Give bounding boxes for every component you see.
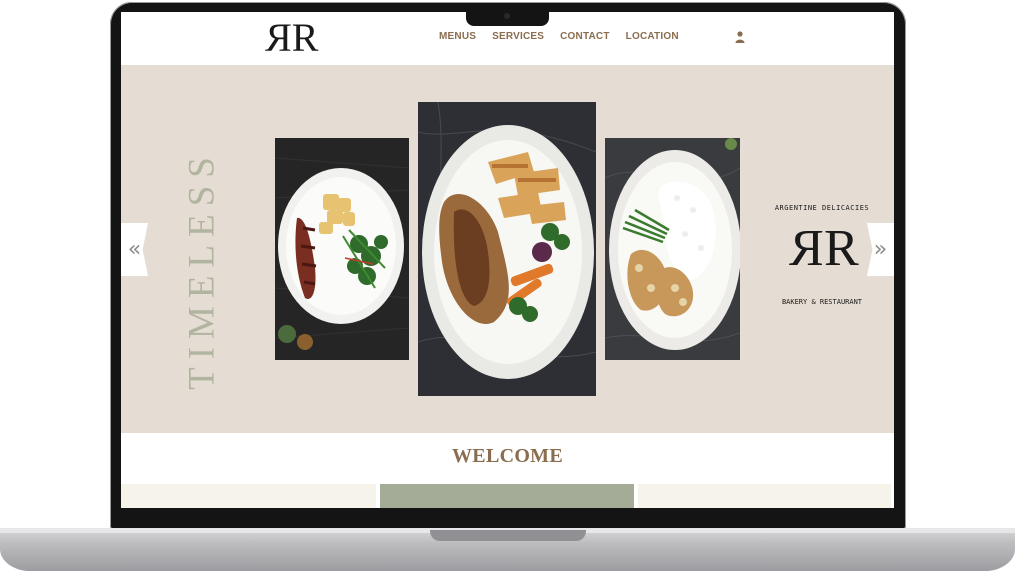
brand-badge: ARGENTINE DELICACIES RR BAKERY & RESTAUR… — [772, 200, 872, 312]
logo-letter: R — [291, 15, 319, 60]
badge-logo: RR — [792, 220, 859, 277]
camera-icon — [504, 13, 510, 19]
main-nav: MENUS SERVICES CONTACT LOCATION — [439, 31, 679, 42]
food-image-braised-meat — [418, 102, 596, 396]
badge-logo-letter: R — [824, 220, 859, 277]
badge-logo-mirrored-letter: R — [797, 220, 824, 277]
chevron-left-icon: « — [127, 237, 142, 262]
site-logo[interactable]: RR — [271, 15, 319, 60]
food-image-chicken-rice — [605, 138, 740, 360]
browser-viewport: RR MENUS SERVICES CONTACT LOCATION TIMEL… — [121, 12, 894, 508]
camera-notch — [466, 8, 549, 26]
food-image-steak — [275, 138, 409, 360]
nav-item-contact[interactable]: CONTACT — [560, 31, 610, 42]
badge-top-text: ARGENTINE DELICACIES — [774, 204, 870, 212]
nav-item-location[interactable]: LOCATION — [626, 31, 679, 42]
hero-carousel: TIMELESS « ARGENTINE DELICACIES RR BAKER… — [121, 65, 894, 433]
feature-panel-center[interactable] — [380, 484, 634, 508]
carousel-prev-button[interactable]: « — [121, 223, 148, 276]
user-icon[interactable] — [735, 31, 745, 43]
nav-item-services[interactable]: SERVICES — [492, 31, 544, 42]
laptop-opening-notch — [430, 530, 586, 541]
chevron-right-icon: » — [873, 237, 888, 262]
feature-panel-left[interactable] — [121, 484, 376, 508]
timeless-text: TIMELESS — [181, 149, 223, 390]
nav-item-menus[interactable]: MENUS — [439, 31, 476, 42]
welcome-heading: WELCOME — [452, 445, 563, 467]
logo-letter-mirrored: R — [271, 15, 292, 60]
feature-panel-right[interactable] — [638, 484, 891, 508]
badge-bottom-text: BAKERY & RESTAURANT — [781, 298, 863, 306]
